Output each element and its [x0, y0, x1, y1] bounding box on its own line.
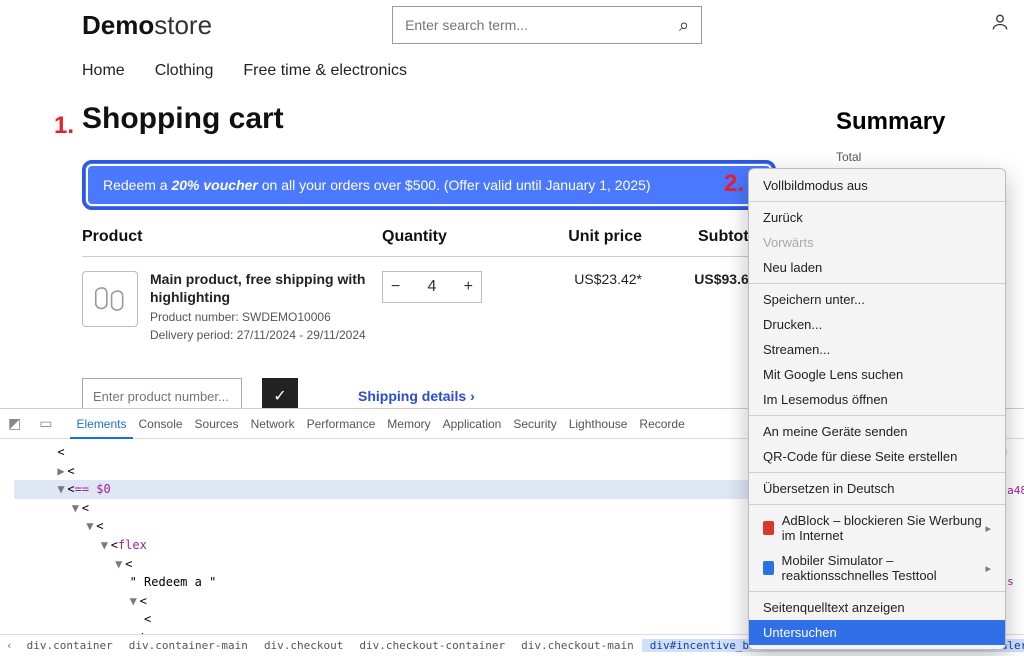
devtools-tab[interactable]: Sources — [189, 411, 245, 437]
search-input[interactable] — [405, 17, 679, 33]
logo-bold: Demo — [82, 10, 154, 40]
promo-suffix: on all your orders over $500. (Offer val… — [258, 177, 651, 193]
qty-value: 4 — [428, 278, 437, 296]
context-menu-item-label: AdBlock – blockieren Sie Werbung im Inte… — [782, 513, 986, 543]
unit-price: US$23.42* — [502, 271, 642, 342]
nav-link[interactable]: Free time & electronics — [243, 62, 407, 80]
shipping-details-link[interactable]: Shipping details› — [358, 388, 475, 404]
summary-card: Summary Total — [836, 108, 1014, 164]
context-menu-item[interactable]: An meine Geräte senden — [749, 419, 1005, 444]
chevron-right-icon: › — [470, 388, 475, 404]
devtools-tab[interactable]: Recorde — [633, 411, 690, 437]
search-icon[interactable]: ⌕ — [679, 15, 689, 36]
context-menu-item[interactable]: Übersetzen in Deutsch — [749, 476, 1005, 501]
context-menu-item[interactable]: Drucken... — [749, 312, 1005, 337]
devtools-tab[interactable]: Memory — [381, 411, 436, 437]
context-menu-item[interactable]: AdBlock – blockieren Sie Werbung im Inte… — [749, 508, 1005, 548]
context-menu-item[interactable]: Zurück — [749, 205, 1005, 230]
context-menu-item-label: Drucken... — [763, 317, 822, 332]
context-menu-item-label: Mobiler Simulator – reaktionsschnelles T… — [782, 553, 986, 583]
context-menu-item-label: Neu laden — [763, 260, 822, 275]
promo-banner: Redeem a 20% voucher on all your orders … — [82, 160, 776, 210]
breadcrumb-node[interactable]: div.container-main — [121, 639, 256, 652]
context-menu-item-label: Mit Google Lens suchen — [763, 367, 903, 382]
logo-rest: store — [154, 10, 212, 40]
nav-link[interactable]: Clothing — [155, 62, 214, 80]
breadcrumb-left-icon[interactable]: ‹ — [0, 639, 19, 652]
context-menu-item-label: Vollbildmodus aus — [763, 178, 868, 193]
summary-title: Summary — [836, 108, 1014, 136]
promo-bold: 20% voucher — [171, 177, 257, 193]
pn-label: Product number: — [150, 310, 242, 324]
context-menu-item[interactable]: Vollbildmodus aus — [749, 173, 1005, 198]
context-menu-item-label: Streamen... — [763, 342, 830, 357]
devtools-tab[interactable]: Performance — [301, 411, 382, 437]
store-logo[interactable]: Demostore — [82, 10, 212, 41]
qty-minus-icon[interactable]: − — [391, 278, 400, 296]
submenu-arrow-icon: ▸ — [985, 522, 991, 535]
annotation-step-2: 2. — [724, 170, 744, 198]
devtools-tab[interactable]: Console — [133, 411, 189, 437]
extension-icon — [763, 561, 774, 575]
nav-link[interactable]: Home — [82, 62, 125, 80]
context-menu-item-label: Im Lesemodus öffnen — [763, 392, 888, 407]
col-product: Product — [82, 228, 382, 246]
context-menu-item-label: Seitenquelltext anzeigen — [763, 600, 905, 615]
pn-value: SWDEMO10006 — [242, 310, 331, 324]
devtools-tab[interactable]: Elements — [70, 411, 132, 439]
col-unit-price: Unit price — [502, 228, 642, 246]
summary-total-label: Total — [836, 150, 1014, 164]
context-menu-item[interactable]: Im Lesemodus öffnen — [749, 387, 1005, 412]
context-menu-item[interactable]: Streamen... — [749, 337, 1005, 362]
devtools-tab[interactable]: Application — [437, 411, 508, 437]
search-box[interactable]: ⌕ — [392, 6, 702, 44]
quantity-stepper[interactable]: − 4 + — [382, 271, 482, 303]
devtools-tab[interactable]: Lighthouse — [563, 411, 634, 437]
context-menu-item[interactable]: Seitenquelltext anzeigen — [749, 595, 1005, 620]
inspect-element-icon[interactable]: ◩ — [8, 415, 25, 432]
subtotal: US$93.68* — [642, 271, 762, 342]
annotation-step-1: 1. — [54, 112, 74, 140]
context-menu-item[interactable]: Speichern unter... — [749, 287, 1005, 312]
account-icon[interactable] — [990, 12, 1010, 38]
breadcrumb-node[interactable]: div.checkout — [256, 639, 351, 652]
product-thumb[interactable] — [82, 271, 138, 327]
device-toolbar-icon[interactable]: ▭ — [39, 415, 56, 432]
context-menu-item-label: Speichern unter... — [763, 292, 865, 307]
cart-row: Main product, free shipping with highlig… — [82, 257, 782, 342]
context-menu-item-label: Zurück — [763, 210, 803, 225]
context-menu-item-label: QR-Code für diese Seite erstellen — [763, 449, 957, 464]
devtools-tab[interactable]: Security — [507, 411, 562, 437]
context-menu-item: Vorwärts — [749, 230, 1005, 255]
main-nav: Home Clothing Free time & electronics — [82, 44, 1024, 88]
qty-plus-icon[interactable]: + — [464, 278, 473, 296]
col-quantity: Quantity — [382, 228, 502, 246]
submenu-arrow-icon: ▸ — [985, 562, 991, 575]
col-subtotal: Subtotal — [642, 228, 762, 246]
context-menu-item-label: Untersuchen — [763, 625, 837, 640]
extension-icon — [763, 521, 774, 535]
context-menu-item-label: Vorwärts — [763, 235, 814, 250]
cart-table: Product Quantity Unit price Subtotal Mai… — [82, 228, 782, 342]
context-menu-item[interactable]: Neu laden — [749, 255, 1005, 280]
context-menu[interactable]: Vollbildmodus aus Zurück Vorwärts Neu laden… — [748, 168, 1006, 650]
delivery-period: Delivery period: 27/11/2024 - 29/11/2024 — [150, 328, 382, 342]
devtools-tab[interactable]: Network — [245, 411, 301, 437]
shipping-details-label: Shipping details — [358, 388, 466, 404]
context-menu-item-label: Übersetzen in Deutsch — [763, 481, 895, 496]
promo-prefix: Redeem a — [103, 177, 171, 193]
breadcrumb-node[interactable]: div.checkout-main — [513, 639, 642, 652]
breadcrumb-node[interactable]: div.container — [19, 639, 121, 652]
product-name[interactable]: Main product, free shipping with highlig… — [150, 271, 382, 306]
context-menu-item[interactable]: QR-Code für diese Seite erstellen — [749, 444, 1005, 469]
context-menu-item-label: An meine Geräte senden — [763, 424, 908, 439]
context-menu-item[interactable]: Untersuchen — [749, 620, 1005, 645]
breadcrumb-node[interactable]: div.checkout-container — [351, 639, 513, 652]
context-menu-item[interactable]: Mobiler Simulator – reaktionsschnelles T… — [749, 548, 1005, 588]
context-menu-item[interactable]: Mit Google Lens suchen — [749, 362, 1005, 387]
